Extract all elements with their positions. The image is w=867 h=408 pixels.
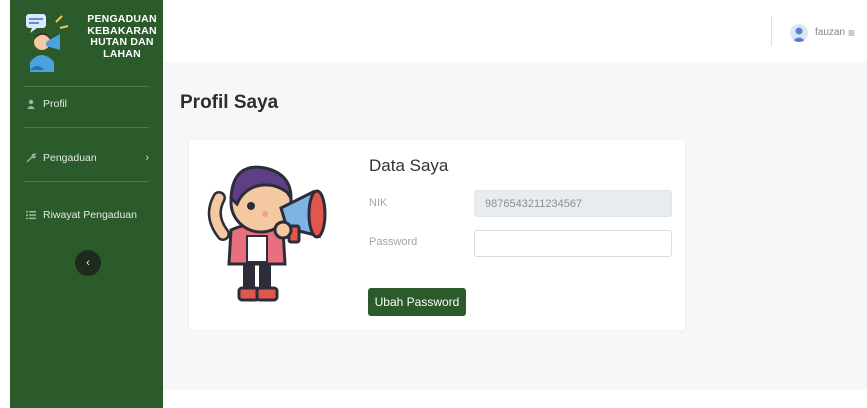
sidebar-item-label: Profil (43, 98, 67, 110)
change-password-button[interactable]: Ubah Password (368, 288, 466, 316)
brand-line-1: PENGADUAN (87, 13, 157, 25)
page-title: Profil Saya (180, 92, 279, 113)
nik-label: NIK (369, 197, 388, 209)
brand-line-4: LAHAN (103, 47, 141, 60)
sidebar: PENGADUAN KEBAKARAN HUTAN DAN LAHAN Prof… (10, 0, 163, 408)
sidebar-divider (24, 181, 149, 182)
sidebar-divider (24, 86, 149, 87)
brand[interactable]: PENGADUAN KEBAKARAN HUTAN DAN LAHAN (10, 0, 163, 84)
sidebar-item-label: Riwayat Pengaduan (43, 209, 137, 221)
username[interactable]: fauzan (815, 27, 845, 38)
topbar-divider (771, 16, 772, 46)
sidebar-item-label: Pengaduan (43, 152, 97, 164)
list-icon (25, 209, 37, 221)
sidebar-item-pengaduan[interactable]: Pengaduan › (10, 143, 163, 173)
hamburger-icon[interactable]: ≡ (848, 26, 855, 40)
sidebar-item-profil[interactable]: Profil (10, 89, 163, 119)
avatar[interactable] (790, 24, 808, 42)
user-avatar-icon (792, 27, 806, 42)
megaphone-person-logo-icon (26, 14, 69, 72)
user-icon (25, 98, 37, 110)
password-label: Password (369, 236, 418, 248)
chevron-right-icon: › (145, 152, 149, 164)
chevron-left-icon: ‹ (86, 257, 90, 269)
sidebar-divider (24, 127, 149, 128)
sidebar-item-riwayat-pengaduan[interactable]: Riwayat Pengaduan (10, 200, 163, 230)
sidebar-toggle-button[interactable]: ‹ (75, 250, 101, 276)
megaphone-person-illustration-icon (207, 165, 327, 302)
card-title: Data Saya (369, 156, 449, 175)
footer (163, 390, 867, 408)
wrench-icon (25, 152, 37, 164)
nik-field[interactable] (474, 190, 672, 217)
password-field[interactable] (474, 230, 672, 257)
brand-line-3: HUTAN DAN (90, 36, 154, 48)
brand-title: PENGADUAN KEBAKARAN HUTAN DAN LAHAN (82, 13, 162, 60)
topbar (163, 0, 867, 62)
